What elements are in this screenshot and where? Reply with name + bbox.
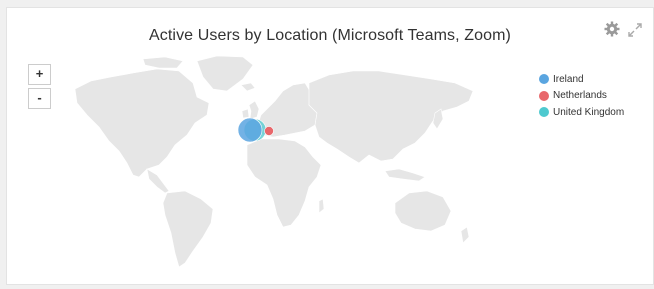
map-region-africa: [246, 138, 322, 228]
map-marker-netherlands: [264, 126, 274, 136]
map-region-central-america: [146, 168, 170, 194]
gear-icon[interactable]: [604, 21, 620, 37]
legend-item-ireland[interactable]: Ireland: [539, 71, 624, 87]
map-region-iceland: [240, 82, 256, 92]
legend-label: Ireland: [553, 73, 584, 85]
legend-dot-united-kingdom: [539, 107, 549, 117]
legend-dot-netherlands: [539, 90, 549, 101]
map-region-asia: [308, 70, 474, 164]
map-region-new-zealand: [460, 226, 470, 244]
map-legend: Ireland Netherlands United Kingdom: [539, 71, 624, 121]
map-region-madagascar: [318, 198, 325, 214]
world-map[interactable]: [47, 53, 477, 273]
expand-icon[interactable]: [627, 22, 643, 38]
widget-title: Active Users by Location (Microsoft Team…: [149, 27, 511, 44]
legend-dot-ireland: [539, 74, 549, 84]
legend-label: Netherlands: [553, 90, 607, 101]
legend-label: United Kingdom: [553, 106, 625, 118]
map-region-ireland: [241, 108, 250, 119]
map-widget: Active Users by Location (Microsoft Team…: [6, 7, 654, 285]
map-region-australia: [394, 190, 452, 232]
map-region-canada-islands: [142, 56, 184, 69]
legend-item-netherlands[interactable]: Netherlands: [539, 88, 624, 104]
map-region-britain: [248, 100, 260, 120]
map-region-indonesia: [384, 168, 426, 182]
map-region-north-america: [74, 68, 210, 178]
legend-item-united-kingdom[interactable]: United Kingdom: [539, 104, 624, 120]
map-region-south-america: [162, 190, 214, 268]
map-marker-ireland: [237, 117, 263, 143]
